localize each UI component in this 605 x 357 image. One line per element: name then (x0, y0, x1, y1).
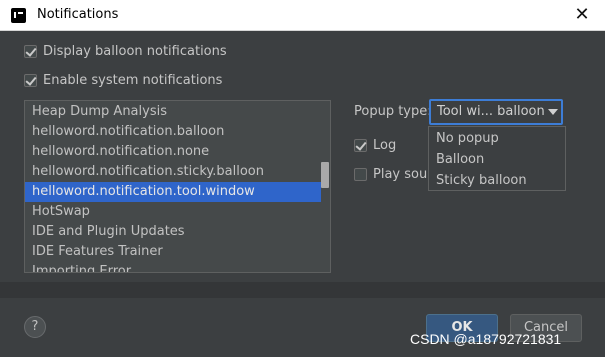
close-icon[interactable]: ✕ (568, 2, 596, 28)
chevron-down-icon[interactable] (548, 109, 558, 115)
display-balloon-checkbox[interactable] (24, 44, 37, 58)
popup-type-select[interactable]: Tool wi... balloon (429, 99, 563, 125)
enable-system-checkbox-row[interactable]: Enable system notifications (24, 71, 222, 89)
list-item[interactable]: helloword.notification.balloon (25, 122, 321, 142)
list-item-selected[interactable]: helloword.notification.tool.window (25, 182, 321, 202)
play-sound-checkbox-row[interactable]: Play sour (354, 165, 433, 183)
dropdown-option-balloon[interactable]: Balloon (436, 150, 484, 170)
play-sound-label: Play sour (373, 166, 433, 182)
popup-type-value: Tool wi... balloon (437, 104, 545, 119)
list-item[interactable]: Heap Dump Analysis (25, 102, 321, 122)
log-label: Log (373, 137, 397, 153)
list-item[interactable]: helloword.notification.sticky.balloon (25, 162, 321, 182)
list-item[interactable]: IDE and Plugin Updates (25, 222, 321, 242)
watermark: CSDN @a18792721831 (410, 331, 562, 347)
display-balloon-checkbox-row[interactable]: Display balloon notifications (24, 42, 227, 60)
dropdown-option-sticky-balloon[interactable]: Sticky balloon (436, 171, 527, 191)
log-checkbox[interactable] (354, 138, 367, 152)
footer-divider (0, 282, 605, 298)
help-button[interactable]: ? (24, 316, 46, 338)
window-title: Notifications (37, 7, 119, 22)
notification-groups-list[interactable]: Heap Dump Analysis helloword.notificatio… (24, 100, 331, 273)
popup-type-dropdown[interactable]: No popup Balloon Sticky balloon (428, 126, 566, 191)
enable-system-checkbox[interactable] (24, 73, 37, 87)
list-item[interactable]: HotSwap (25, 202, 321, 222)
list-item[interactable]: helloword.notification.none (25, 142, 321, 162)
log-checkbox-row[interactable]: Log (354, 136, 396, 154)
list-scrollbar[interactable] (321, 162, 329, 188)
popup-type-label: Popup type: (354, 104, 432, 119)
app-logo-icon (11, 8, 26, 23)
list-item[interactable]: Importing Error (25, 262, 321, 272)
dropdown-option-no-popup[interactable]: No popup (436, 129, 499, 149)
title-bar: Notifications ✕ (0, 0, 605, 31)
list-item[interactable]: IDE Features Trainer (25, 242, 321, 262)
play-sound-checkbox[interactable] (354, 167, 367, 181)
display-balloon-label: Display balloon notifications (43, 43, 227, 59)
enable-system-label: Enable system notifications (43, 72, 223, 88)
